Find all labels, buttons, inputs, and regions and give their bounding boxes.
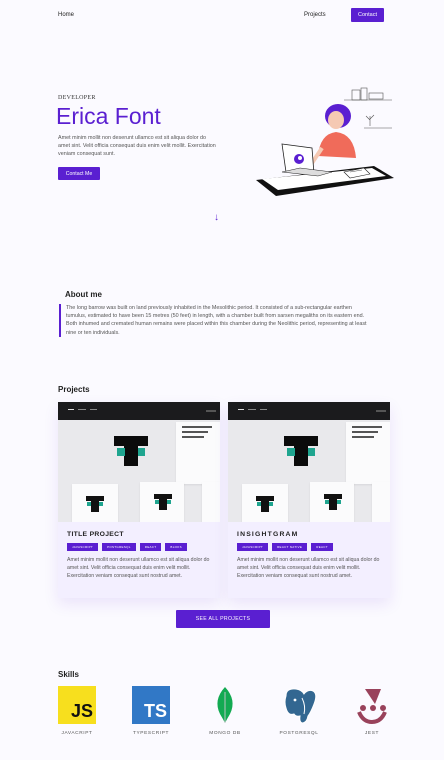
logo-icon: [114, 436, 148, 466]
project-title: TITLE PROJECT: [67, 531, 124, 538]
project-description: Amet minim mollit non deserunt ullamco e…: [237, 557, 380, 579]
project-title: INSIGHTGRAM: [237, 531, 299, 538]
javascript-logo-text: JS: [70, 701, 93, 721]
top-nav: Home Projects Contact: [0, 0, 444, 30]
jest-icon: [357, 689, 387, 724]
tag[interactable]: JAVASCRIPT: [237, 543, 269, 551]
tag[interactable]: POSTGRESQL: [102, 543, 136, 551]
project-card[interactable]: INSIGHTGRAM JAVASCRIPT REACT NATIVE REAC…: [228, 402, 390, 598]
tag[interactable]: REACT NATIVE: [272, 543, 308, 551]
project-tags: JAVASCRIPT POSTGRESQL REACT BLOKS: [67, 543, 187, 551]
nav-contact-button[interactable]: Contact: [351, 8, 384, 22]
postgresql-icon: [284, 688, 317, 724]
project-card[interactable]: TITLE PROJECT JAVASCRIPT POSTGRESQL REAC…: [58, 402, 220, 598]
about-title: About me: [65, 290, 102, 299]
project-screenshot: [58, 402, 220, 522]
contact-me-button[interactable]: Contact Me: [58, 167, 100, 180]
skill-name: POSTGRESQL: [279, 731, 319, 736]
logo-icon: [284, 436, 318, 466]
nav-projects-link[interactable]: Projects: [304, 12, 326, 18]
about-body: The long barrow was built on land previo…: [59, 304, 369, 337]
skill-name: JAVACRIPT: [61, 731, 93, 736]
hero-kicker: DEVELOPER: [58, 95, 96, 101]
tag[interactable]: JAVASCRIPT: [67, 543, 99, 551]
tag[interactable]: REACT: [311, 543, 333, 551]
javascript-icon: JS: [58, 686, 96, 724]
screenshot-navbar: [58, 402, 220, 420]
hero-name: Erica Font: [56, 103, 161, 129]
project-tags: JAVASCRIPT REACT NATIVE REACT: [237, 543, 333, 551]
see-all-projects-button[interactable]: SEE ALL PROJECTS: [176, 610, 270, 628]
project-screenshot: [228, 402, 390, 522]
typescript-icon: TS: [132, 686, 170, 724]
nav-home-link[interactable]: Home: [58, 12, 74, 18]
skill-name: TYPESCRIPT: [132, 731, 170, 736]
tag[interactable]: REACT: [139, 543, 162, 551]
arrow-down-icon[interactable]: ↓: [214, 212, 219, 223]
mongodb-icon: [217, 687, 233, 723]
skills-title: Skills: [58, 670, 79, 679]
hero-description: Amet minim mollit non deserunt ullamco e…: [58, 135, 216, 157]
screenshot-navbar: [228, 402, 390, 420]
skill-name: JEST: [364, 731, 380, 736]
developer-illustration: [256, 87, 394, 196]
project-description: Amet minim mollit non deserunt ullamco e…: [67, 557, 210, 579]
tag[interactable]: BLOKS: [165, 543, 187, 551]
projects-title: Projects: [58, 385, 90, 394]
skill-name: MONGO DB: [209, 731, 241, 736]
typescript-logo-text: TS: [143, 701, 167, 721]
